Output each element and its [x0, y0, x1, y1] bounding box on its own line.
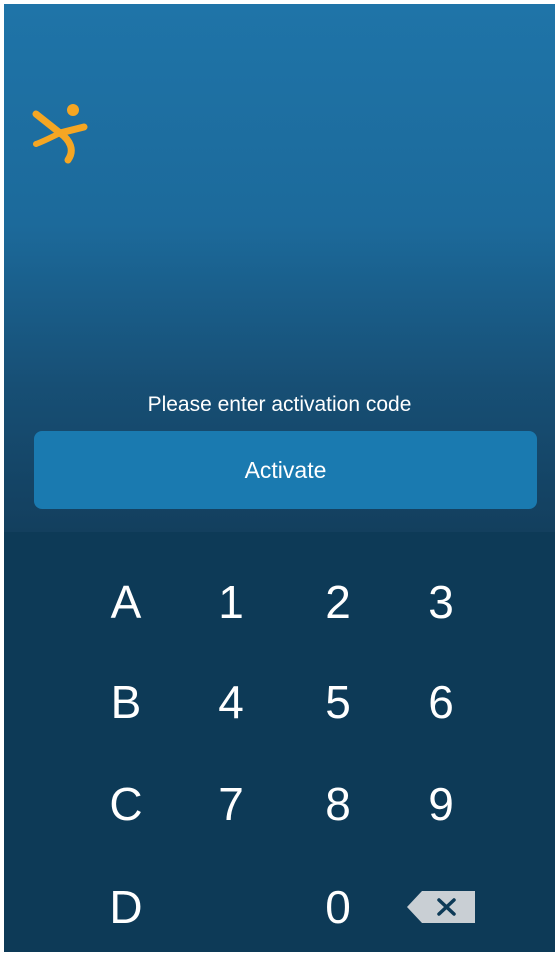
running-person-icon	[32, 104, 88, 164]
key-9[interactable]: 9	[391, 759, 491, 849]
key-3[interactable]: 3	[391, 557, 491, 647]
key-a[interactable]: A	[76, 557, 176, 647]
key-d[interactable]: D	[76, 862, 176, 952]
key-b[interactable]: B	[76, 657, 176, 747]
activate-button[interactable]: Activate	[34, 431, 537, 509]
key-c[interactable]: C	[76, 759, 176, 849]
activation-prompt: Please enter activation code	[147, 393, 412, 416]
key-6[interactable]: 6	[391, 657, 491, 747]
header-area: Please enter activation code Activate	[4, 4, 555, 532]
activation-screen: Please enter activation code Activate A …	[4, 4, 555, 952]
key-1[interactable]: 1	[181, 557, 281, 647]
keypad: A 1 2 3 B 4 5 6 C 7 8 9 D 0	[4, 532, 555, 952]
key-0[interactable]: 0	[288, 862, 388, 952]
key-2[interactable]: 2	[288, 557, 388, 647]
key-4[interactable]: 4	[181, 657, 281, 747]
key-8[interactable]: 8	[288, 759, 388, 849]
backspace-icon	[407, 891, 475, 923]
key-5[interactable]: 5	[288, 657, 388, 747]
backspace-button[interactable]	[391, 862, 491, 952]
key-7[interactable]: 7	[181, 759, 281, 849]
